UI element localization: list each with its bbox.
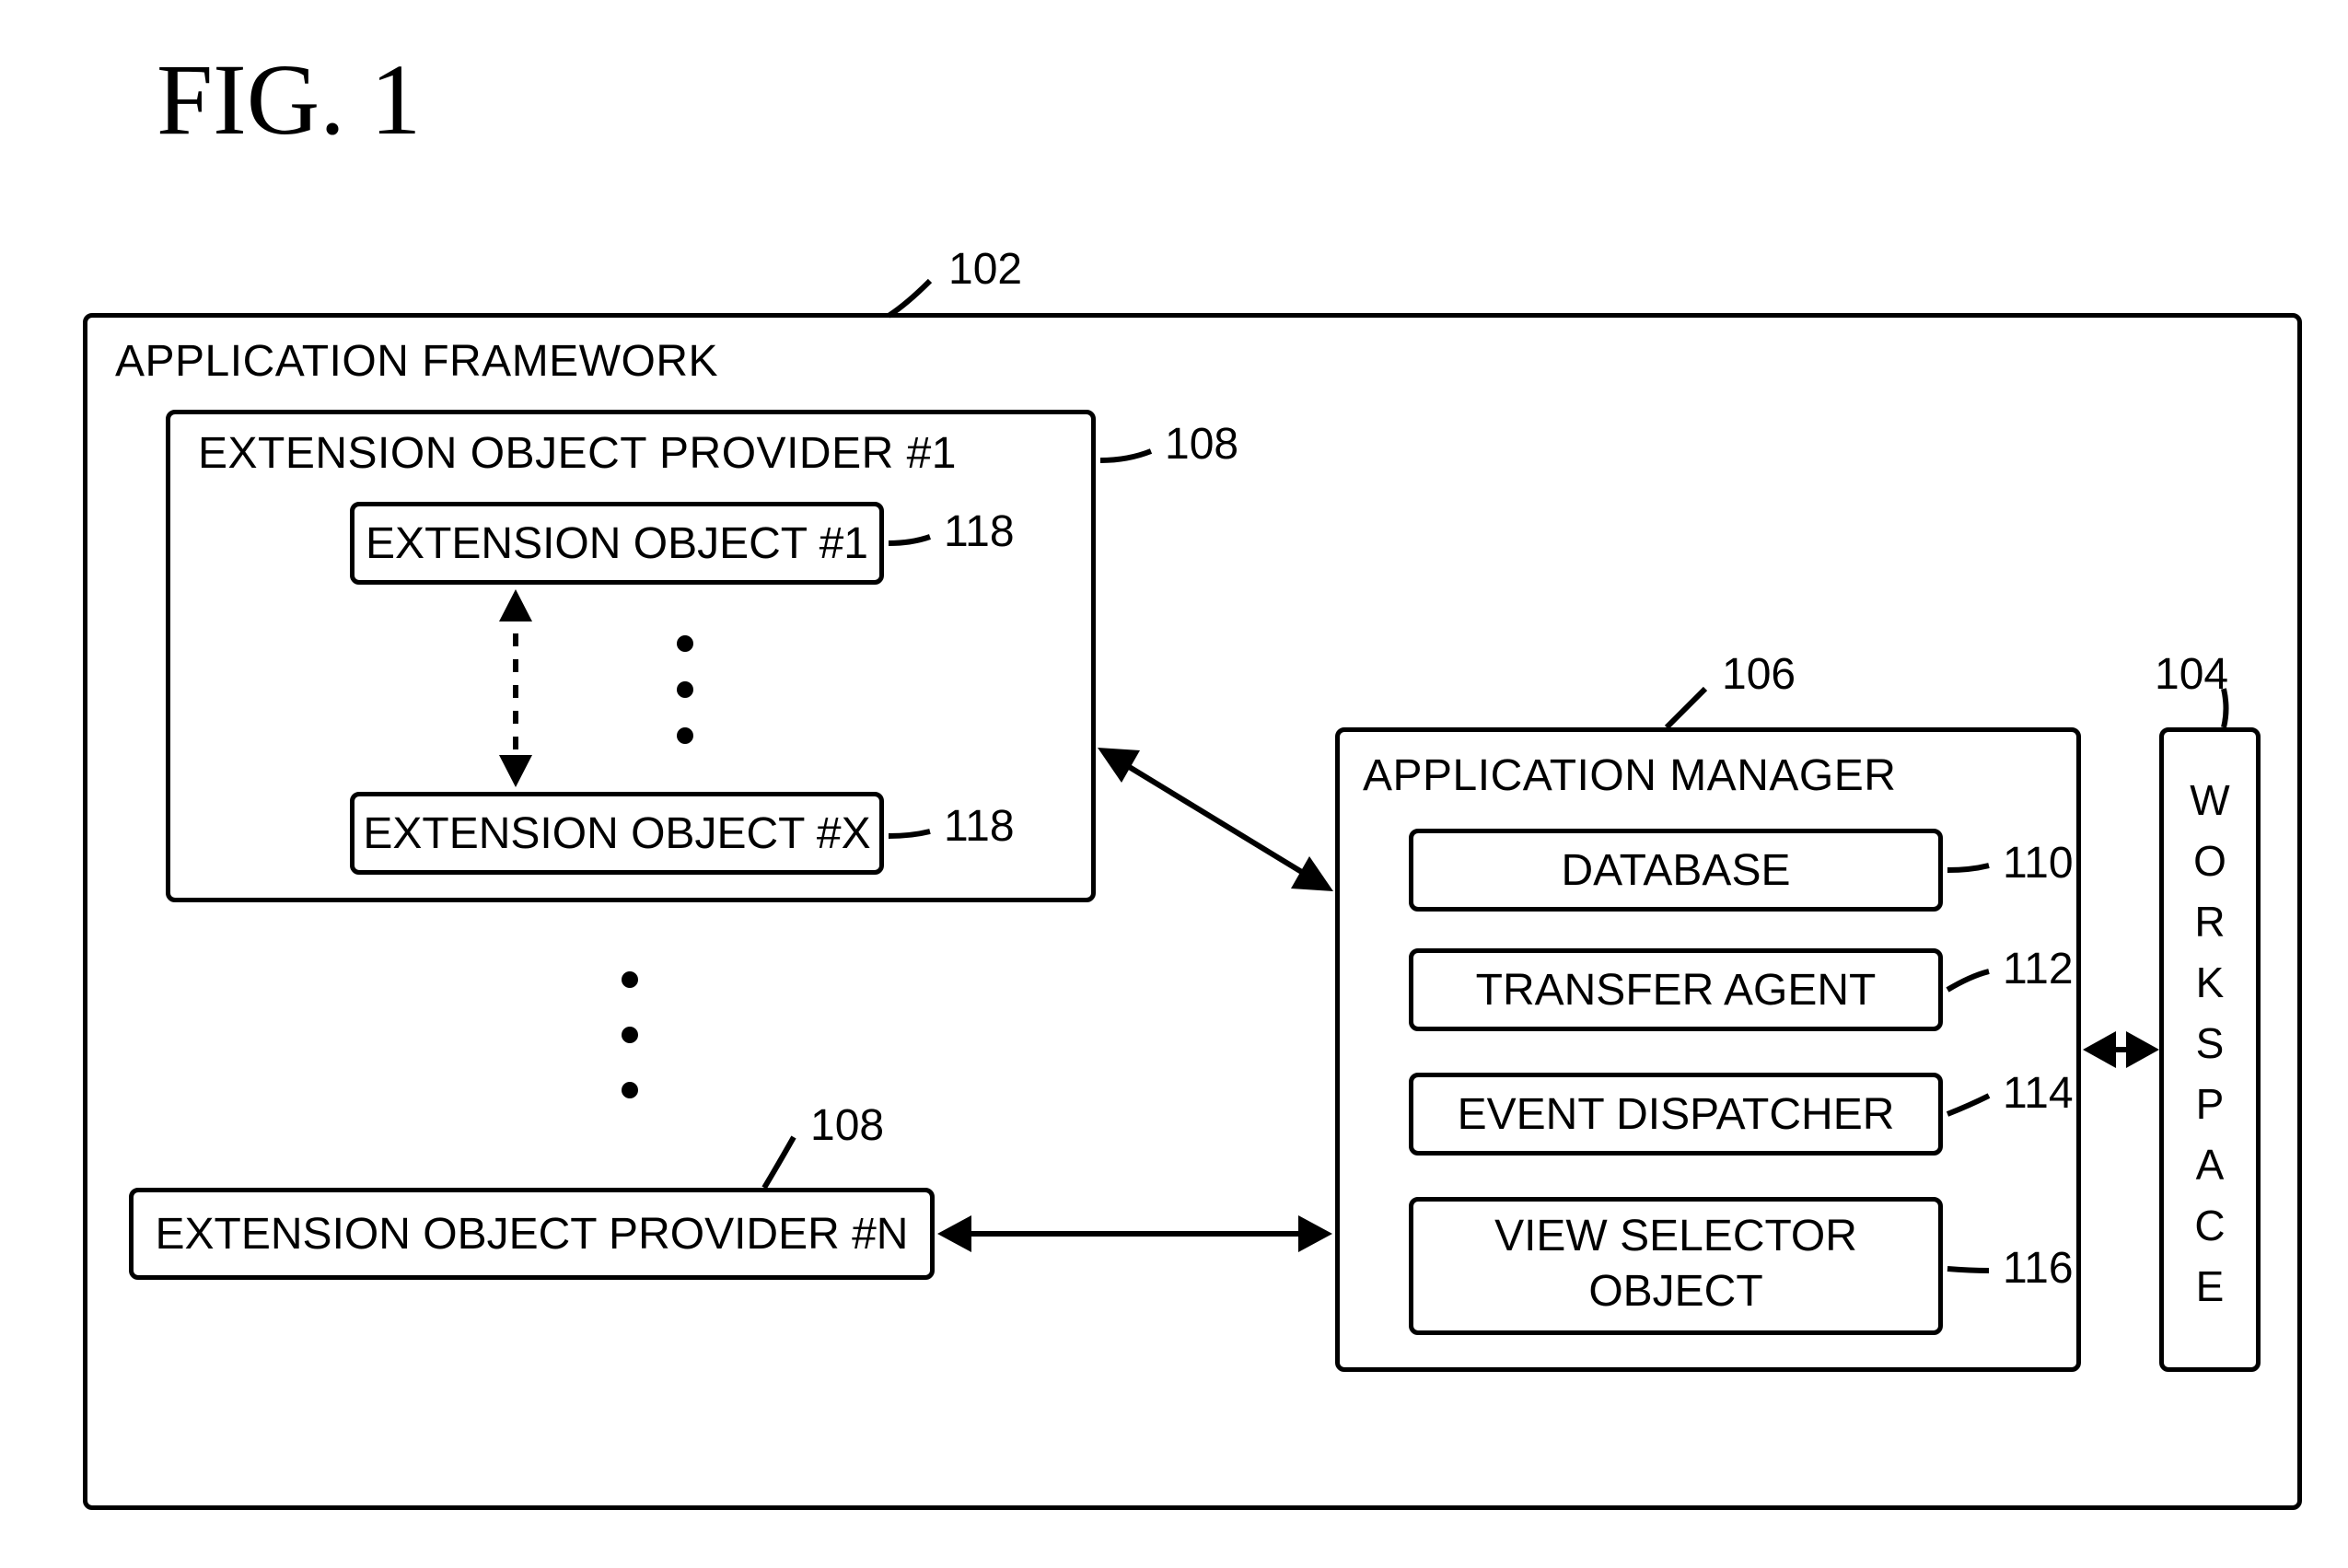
- event-dispatcher-box: EVENT DISPATCHER: [1409, 1073, 1943, 1156]
- ref-108-top: 108: [1165, 419, 1238, 470]
- ref-114: 114: [2003, 1068, 2074, 1119]
- ref-110: 110: [2003, 838, 2074, 889]
- extension-object-1-label: EXTENSION OBJECT #1: [366, 518, 868, 569]
- ref-112: 112: [2003, 944, 2074, 994]
- ellipsis-dot: [622, 971, 638, 988]
- database-label: DATABASE: [1562, 845, 1791, 896]
- ref-118-bottom: 118: [944, 801, 1015, 852]
- transfer-agent-box: TRANSFER AGENT: [1409, 948, 1943, 1031]
- workspace-label: WORKSPACE: [2185, 776, 2235, 1323]
- event-dispatcher-label: EVENT DISPATCHER: [1458, 1089, 1895, 1140]
- view-selector-box: VIEW SELECTOR OBJECT: [1409, 1197, 1943, 1335]
- view-selector-line1: VIEW SELECTOR: [1413, 1211, 1938, 1261]
- view-selector-line2: OBJECT: [1413, 1266, 1938, 1317]
- extension-object-x-label: EXTENSION OBJECT #X: [363, 808, 870, 859]
- extension-object-1-box: EXTENSION OBJECT #1: [350, 502, 884, 585]
- ellipsis-dot: [622, 1027, 638, 1043]
- extension-object-x-box: EXTENSION OBJECT #X: [350, 792, 884, 875]
- figure-title: FIG. 1: [157, 41, 421, 158]
- ref-102: 102: [948, 244, 1022, 295]
- workspace-box: WORKSPACE: [2159, 727, 2261, 1372]
- provider-n-title: EXTENSION OBJECT PROVIDER #N: [156, 1209, 909, 1260]
- ellipsis-dot: [677, 635, 693, 652]
- database-box: DATABASE: [1409, 829, 1943, 912]
- ellipsis-dot: [622, 1082, 638, 1098]
- provider-n-box: EXTENSION OBJECT PROVIDER #N: [129, 1188, 935, 1280]
- ref-106: 106: [1722, 649, 1796, 700]
- ref-116: 116: [2003, 1243, 2074, 1294]
- ellipsis-dot: [677, 727, 693, 744]
- ref-118-top: 118: [944, 506, 1015, 557]
- ref-104: 104: [2155, 649, 2228, 700]
- diagram-canvas: FIG. 1 102 APPLICATION FRAMEWORK EXTENSI…: [0, 0, 2348, 1568]
- application-framework-title: APPLICATION FRAMEWORK: [115, 336, 718, 387]
- transfer-agent-label: TRANSFER AGENT: [1476, 965, 1877, 1016]
- ref-108-bottom: 108: [810, 1100, 884, 1151]
- application-manager-title: APPLICATION MANAGER: [1363, 750, 1896, 801]
- provider-1-title: EXTENSION OBJECT PROVIDER #1: [198, 428, 957, 479]
- ellipsis-dot: [677, 681, 693, 698]
